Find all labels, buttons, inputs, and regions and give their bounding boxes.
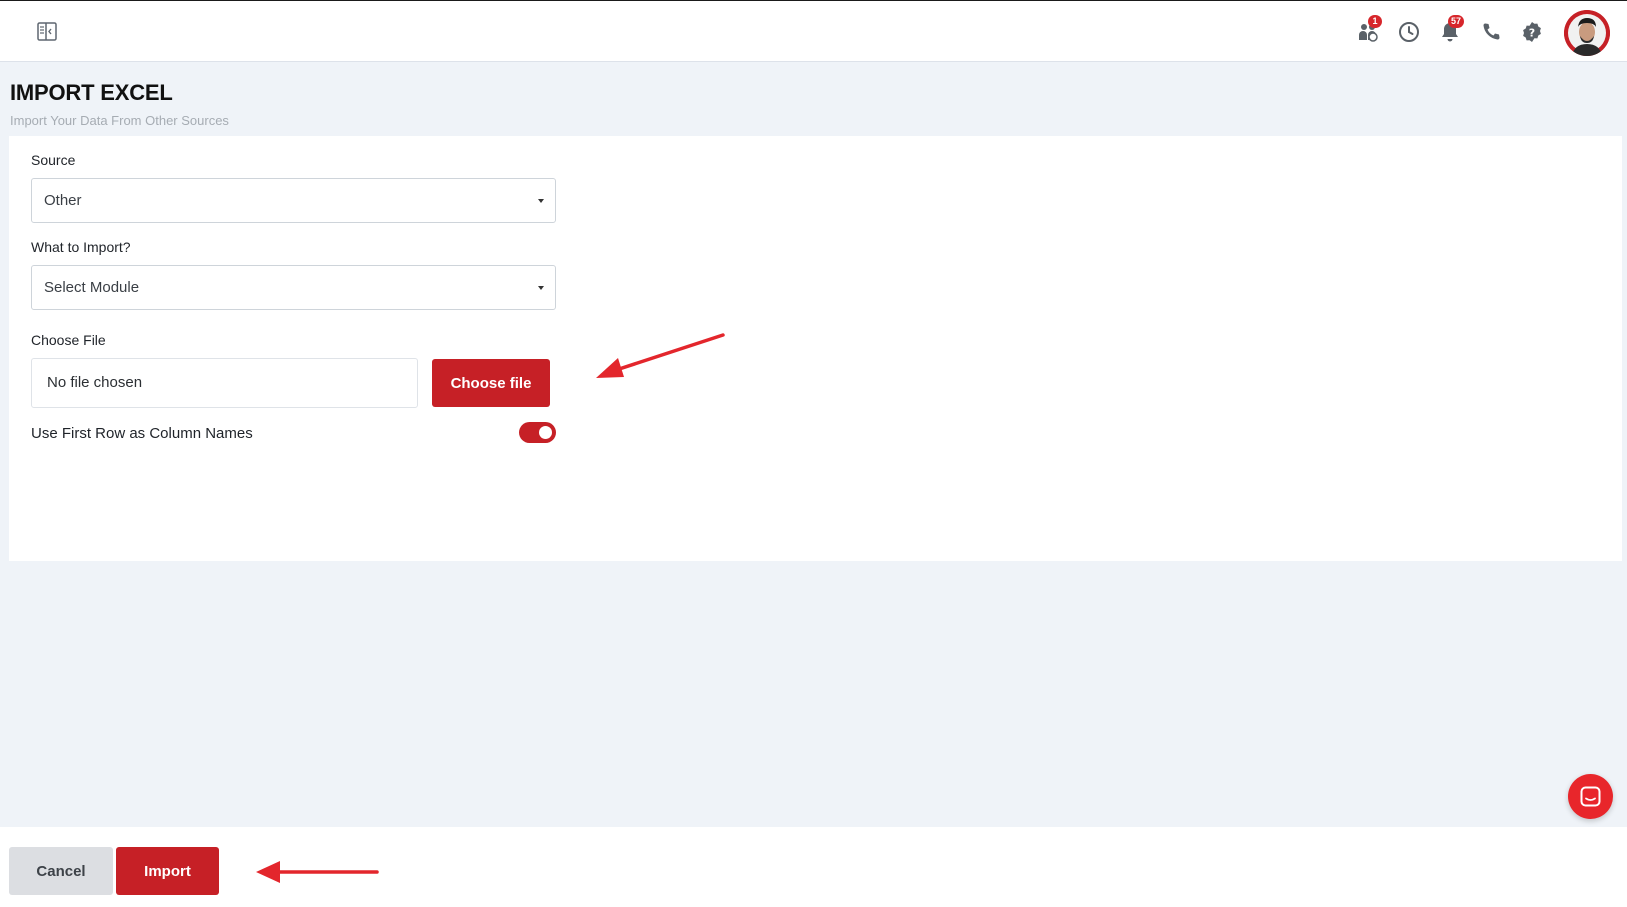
team-badge: 1 [1368, 15, 1382, 28]
sidebar-toggle-icon[interactable] [36, 21, 58, 43]
notification-badge: 57 [1448, 15, 1465, 28]
user-avatar[interactable] [1564, 10, 1610, 56]
chat-launcher[interactable] [1568, 774, 1613, 819]
first-row-toggle[interactable] [519, 422, 556, 443]
import-button[interactable]: Import [116, 847, 219, 895]
chevron-down-icon [538, 286, 544, 290]
page-subtitle: Import Your Data From Other Sources [10, 113, 229, 128]
file-status-text: No file chosen [47, 374, 143, 391]
chat-icon [1580, 786, 1601, 807]
team-icon[interactable]: 1 [1356, 15, 1382, 44]
footer-bar: Cancel Import [0, 827, 1627, 907]
bell-icon[interactable]: 57 [1438, 15, 1465, 44]
source-label: Source [31, 152, 76, 168]
source-select[interactable]: Other [31, 178, 556, 223]
cancel-button[interactable]: Cancel [9, 847, 113, 895]
module-label: What to Import? [31, 239, 131, 255]
source-selected-value: Other [44, 192, 82, 209]
choose-file-label: Choose File [31, 332, 106, 348]
page-title: IMPORT EXCEL [10, 80, 173, 105]
module-selected-value: Select Module [44, 279, 140, 296]
file-name-display: No file chosen [31, 358, 418, 408]
first-row-toggle-label: Use First Row as Column Names [31, 425, 253, 442]
top-bar: 1 57 ? [0, 0, 1627, 62]
help-icon[interactable]: ? [1520, 20, 1544, 44]
phone-icon[interactable] [1479, 20, 1503, 44]
module-select[interactable]: Select Module [31, 265, 556, 310]
choose-file-button[interactable]: Choose file [432, 359, 550, 407]
toggle-knob [539, 426, 552, 439]
chevron-down-icon [538, 199, 544, 203]
import-form-card: Source Other What to Import? Select Modu… [9, 136, 1622, 561]
svg-text:?: ? [1529, 27, 1535, 40]
clock-icon[interactable] [1397, 20, 1421, 44]
